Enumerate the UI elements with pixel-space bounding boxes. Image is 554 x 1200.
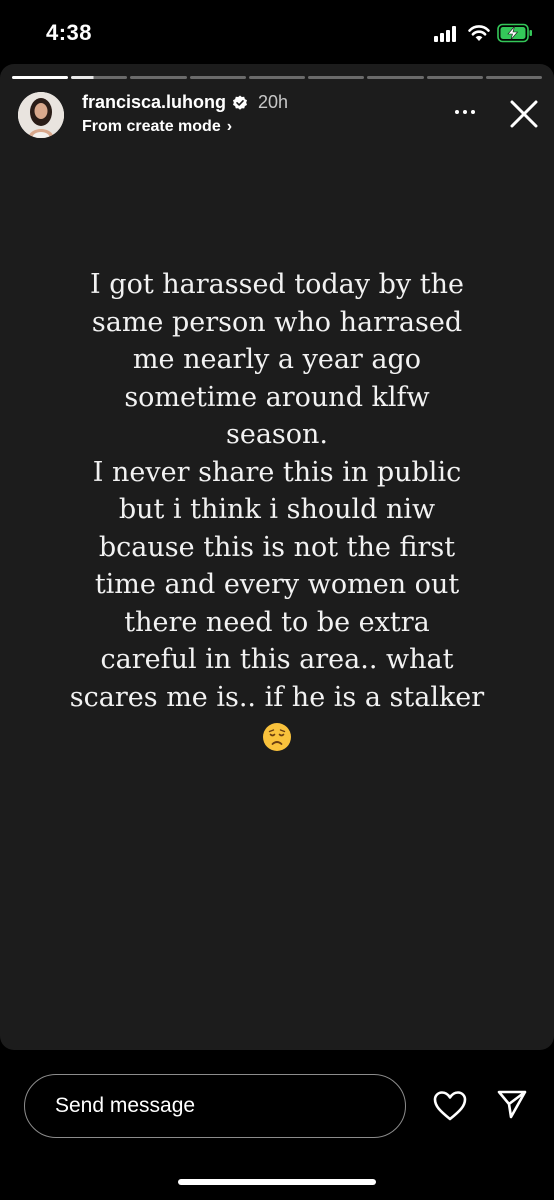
username[interactable]: francisca.luhong [82, 92, 226, 113]
progress-segment [485, 76, 542, 79]
progress-segment-current [71, 76, 128, 79]
story-text-line: same person who harrased [91, 306, 463, 338]
story-text-line: bcause this is not the first [98, 531, 456, 563]
home-indicator [178, 1179, 376, 1185]
story-text-line: but i think i should niw [118, 494, 436, 525]
progress-segment [367, 76, 424, 79]
wifi-icon [468, 25, 490, 41]
story-text-line: careful in this area.. what [100, 644, 454, 675]
create-mode-link[interactable]: From create mode › [82, 118, 232, 136]
story-text-line: I never share this in public [92, 456, 462, 488]
send-icon[interactable] [496, 1088, 528, 1120]
create-mode-label: From create mode [82, 118, 221, 135]
story-text-line: I got harassed today by the [90, 269, 464, 300]
more-options-button[interactable] [452, 102, 478, 122]
status-time: 4:38 [46, 20, 93, 45]
story-text-line: me nearly a year ago [132, 344, 422, 375]
chevron-right-icon: › [226, 118, 233, 135]
progress-segment [130, 76, 187, 79]
send-message-input[interactable] [24, 1074, 406, 1138]
heart-icon[interactable] [432, 1088, 468, 1124]
verified-badge-icon [233, 95, 248, 110]
status-bar: 4:38 [0, 0, 554, 64]
story-view[interactable]: francisca.luhong 20h From create mode › … [0, 64, 554, 1050]
progress-segment [189, 76, 246, 79]
author-row: francisca.luhong 20h [82, 92, 288, 113]
more-icon-dot [455, 110, 459, 114]
story-text-line: sometime around klfw [124, 381, 430, 413]
close-icon[interactable] [508, 98, 540, 130]
signal-icon [434, 26, 460, 42]
story-progress-bar [12, 76, 542, 79]
progress-segment [248, 76, 306, 79]
story-text-line: there need to be extra [124, 606, 430, 638]
story-footer [0, 1050, 554, 1200]
progress-segment [308, 76, 365, 79]
progress-segment [426, 76, 483, 79]
story-text-line: scares me is.. if he is a stalker [69, 681, 485, 713]
progress-segment [12, 76, 69, 79]
more-icon-dot [471, 110, 475, 114]
battery-charging-icon [497, 23, 532, 43]
story-text-line: time and every women out [94, 569, 460, 600]
story-text: I got harassed today by the same person … [40, 266, 514, 763]
avatar[interactable] [18, 92, 64, 138]
more-icon-dot [463, 110, 467, 114]
post-time: 20h [258, 92, 289, 112]
story-text-line: season. [225, 419, 328, 450]
avatar-image [18, 92, 64, 138]
disappointed-face-emoji [263, 723, 291, 751]
story-header: francisca.luhong 20h From create mode › [18, 90, 538, 140]
